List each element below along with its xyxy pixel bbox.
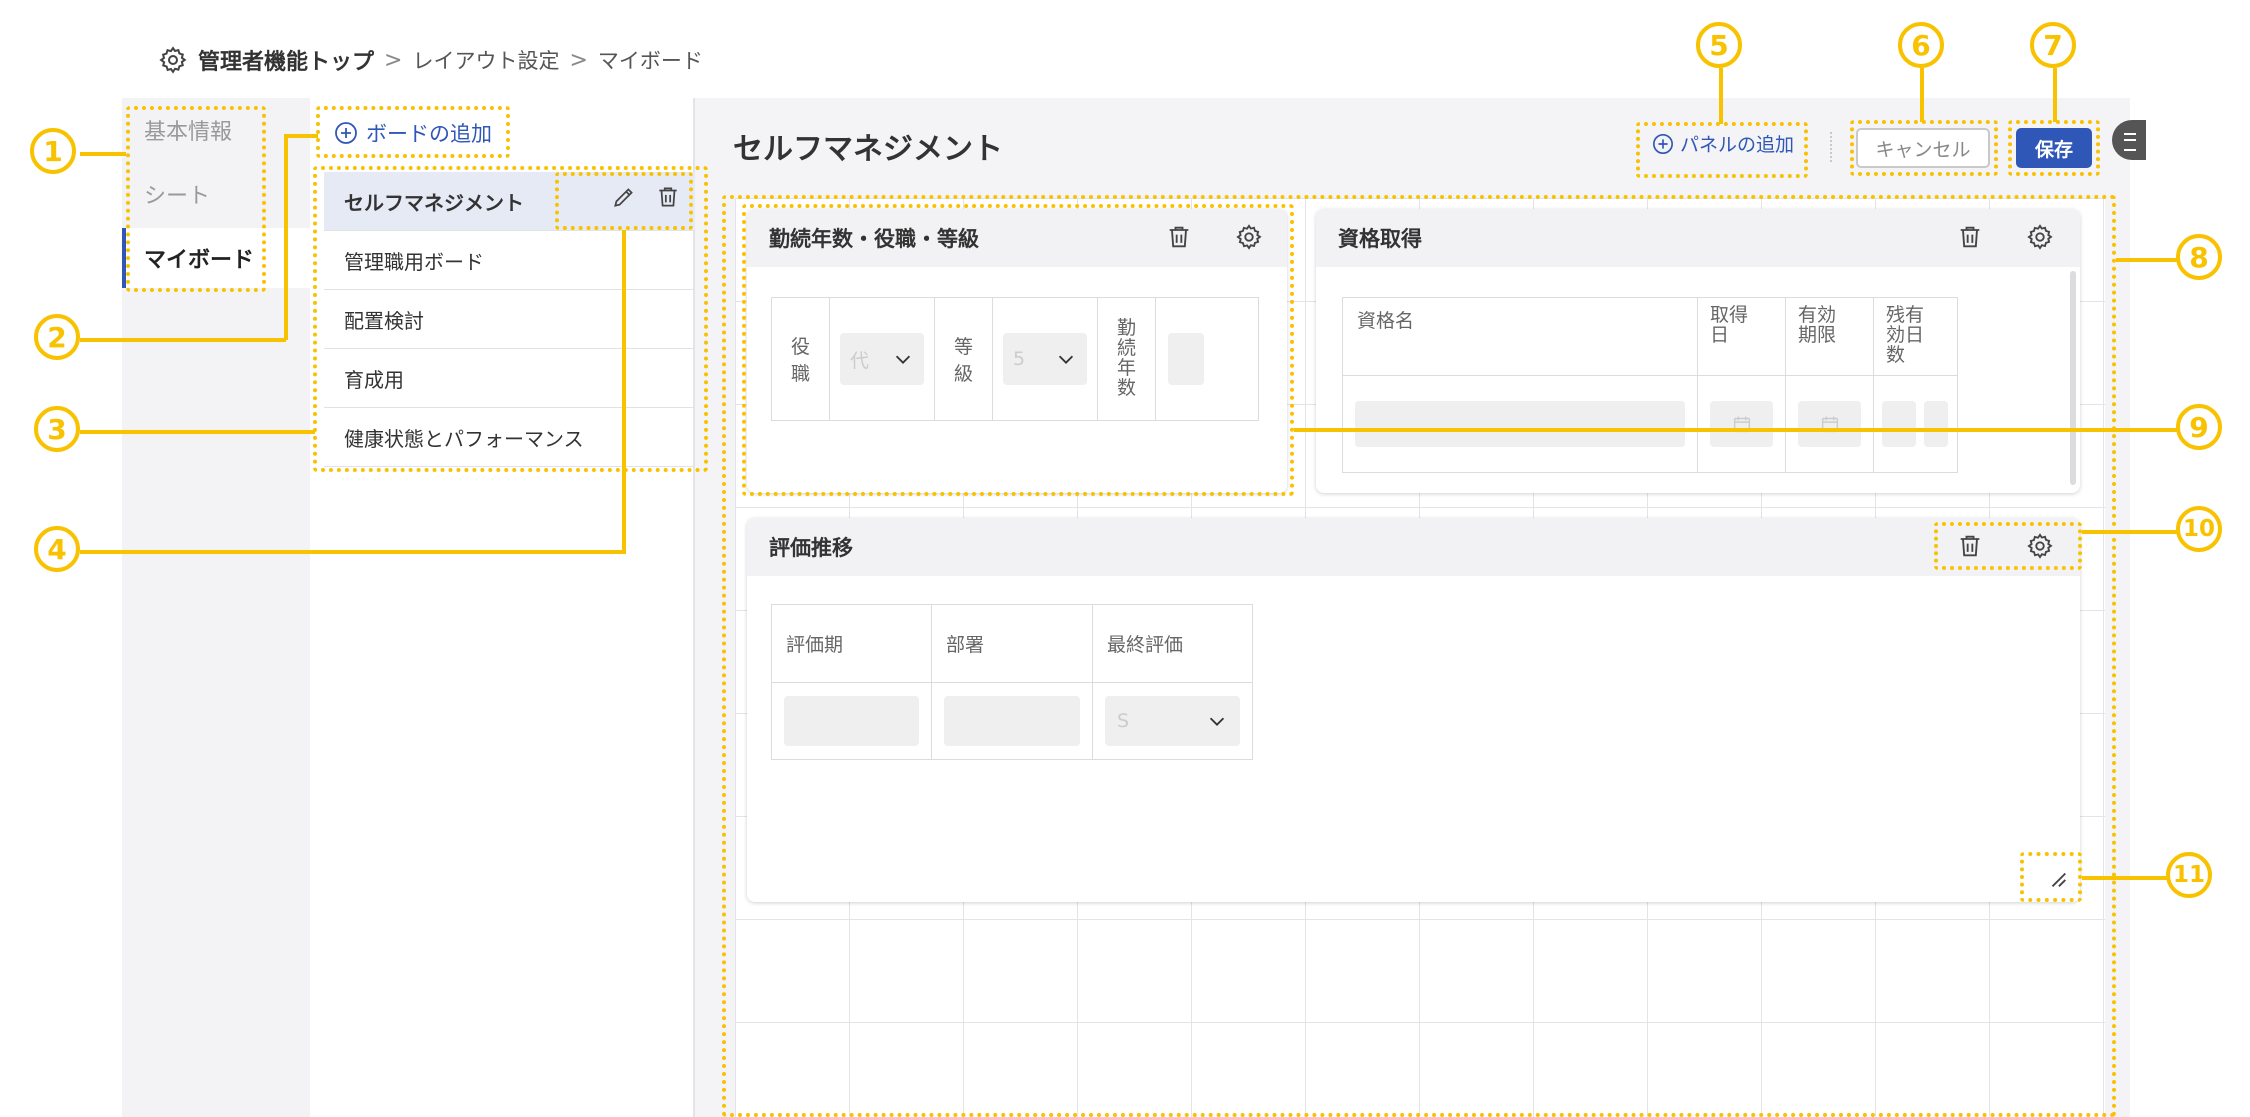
callout-line-7 <box>2053 68 2057 122</box>
callout-number-11: 11 <box>2166 852 2212 898</box>
callout-line-1 <box>80 152 126 156</box>
callout-box-11 <box>2020 852 2082 902</box>
callout-box-7 <box>2008 120 2100 176</box>
callout-box-4 <box>555 172 693 230</box>
callout-box-9 <box>742 204 1294 496</box>
callout-number-1: 1 <box>30 128 76 174</box>
callout-number-7: 7 <box>2030 22 2076 68</box>
callout-line-9 <box>1294 428 2196 432</box>
callout-number-9: 9 <box>2176 404 2222 450</box>
callout-line-2 <box>80 338 286 342</box>
breadcrumb: 管理者機能トップ > レイアウト設定 > マイボード <box>158 40 703 80</box>
callout-box-6 <box>1850 120 1998 176</box>
callout-box-5 <box>1636 122 1808 178</box>
callout-number-4: 4 <box>34 526 80 572</box>
callout-number-10: 10 <box>2176 506 2222 552</box>
breadcrumb-layout-link[interactable]: レイアウト設定 <box>412 45 559 75</box>
callout-number-3: 3 <box>34 406 80 452</box>
callout-line-4 <box>622 230 626 552</box>
callout-line-6 <box>1920 68 1924 122</box>
callout-line-2 <box>284 134 288 340</box>
breadcrumb-home-link[interactable]: 管理者機能トップ <box>198 44 374 76</box>
callout-box-2 <box>316 106 510 158</box>
breadcrumb-current: マイボード <box>597 49 703 73</box>
callout-line-4 <box>80 550 626 554</box>
callout-number-5: 5 <box>1696 22 1742 68</box>
breadcrumb-separator: > <box>384 47 403 73</box>
callout-number-2: 2 <box>34 314 80 360</box>
page-title: セルフマネジメント <box>733 132 1003 167</box>
callout-line-11 <box>2082 876 2170 880</box>
panel-menu-toggle[interactable] <box>2112 120 2146 160</box>
callout-number-6: 6 <box>1898 22 1944 68</box>
gear-icon <box>158 45 188 75</box>
toolbar-divider <box>1830 132 1832 162</box>
breadcrumb-separator: > <box>569 47 588 73</box>
callout-line-3 <box>80 430 315 434</box>
callout-line-5 <box>1719 68 1723 124</box>
callout-line-2 <box>284 134 318 138</box>
callout-box-10 <box>1934 522 2082 570</box>
callout-box-1 <box>126 106 266 292</box>
callout-number-8: 8 <box>2176 234 2222 280</box>
